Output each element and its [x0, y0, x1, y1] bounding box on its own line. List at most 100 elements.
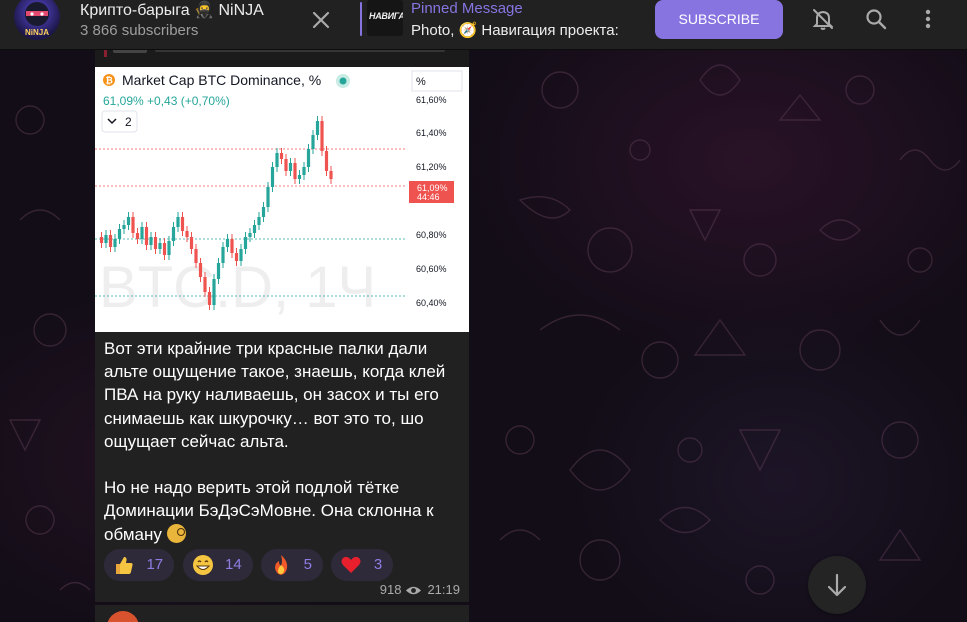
reaction-grin[interactable]: 14 — [182, 549, 253, 581]
candle-body — [239, 249, 243, 261]
candle-body — [171, 227, 176, 241]
post-paragraph-2: Но не надо верить этой подлой тётке Доми… — [104, 478, 434, 544]
candle-body — [207, 292, 212, 305]
candle-body — [234, 253, 239, 261]
candle-body — [288, 163, 293, 171]
pinned-message-text[interactable]: Photo, 🧭 Навигация проекта: — [411, 21, 619, 39]
channel-post: BTC.D, 1Ч ₿ Market Cap BTC Dominance, % … — [95, 42, 469, 602]
candle-body — [117, 229, 122, 239]
candle-body — [306, 149, 311, 167]
candle-body — [221, 247, 225, 263]
reaction-fire[interactable]: 5 — [261, 549, 323, 581]
pinned-message-label[interactable]: Pinned Message — [411, 0, 523, 17]
scale-label: % — [416, 76, 426, 88]
svg-text:NiNJA: NiNJA — [25, 28, 49, 37]
candle-body — [329, 171, 333, 179]
close-icon[interactable] — [308, 8, 334, 32]
chart-watermark: BTC.D, 1Ч — [99, 255, 376, 320]
post-paragraph-1: Вот эти крайние три красные палки дали а… — [104, 339, 446, 451]
candle-body — [243, 237, 248, 249]
fire-icon — [275, 555, 288, 575]
y-tick-label: 61,60% — [416, 95, 447, 105]
monocle-face-icon — [166, 523, 186, 543]
reaction-heart[interactable]: 3 — [331, 549, 394, 581]
candle-body — [158, 243, 162, 249]
y-tick-label: 61,20% — [416, 162, 447, 172]
candle-body — [266, 187, 270, 207]
candle-body — [302, 167, 306, 175]
candle-body — [167, 241, 171, 255]
post-time: 21:19 — [427, 582, 460, 597]
candle-body — [104, 235, 108, 243]
channel-avatar[interactable]: NiNJA — [14, 0, 60, 40]
subscriber-count: 3 866 subscribers — [80, 22, 199, 39]
candle-body — [311, 135, 315, 149]
candle-body — [230, 239, 234, 253]
reaction-count: 5 — [303, 556, 312, 573]
candle-body — [248, 233, 252, 237]
channel-title: Крипто-барыга 🥷 NiNJA — [80, 2, 264, 19]
candle-body — [185, 231, 189, 237]
reactions-bar: 17 14 5 3 — [104, 549, 397, 581]
post-meta: 918 21:19 — [380, 582, 460, 597]
candle-body — [252, 225, 257, 233]
candle-body — [257, 217, 261, 225]
candle-body — [131, 217, 135, 233]
candle-body — [153, 237, 158, 249]
reaction-thumbs-up[interactable]: 17 — [104, 549, 175, 581]
candle-body — [198, 263, 203, 277]
candle-body — [149, 237, 153, 245]
candle-body — [320, 121, 324, 151]
candle-body — [126, 217, 131, 225]
chat-header: NiNJA Крипто-барыга 🥷 NiNJA 3 866 subscr… — [0, 0, 967, 50]
candle-body — [194, 249, 198, 263]
candle-body — [135, 233, 140, 239]
candle-body — [324, 151, 329, 171]
ninja-logo-icon: NiNJA — [25, 2, 49, 37]
search-icon[interactable] — [863, 6, 889, 32]
candle-body — [284, 159, 288, 171]
scroll-to-bottom-button[interactable] — [808, 556, 866, 614]
candle-body — [99, 237, 104, 243]
candle-body — [216, 263, 221, 279]
y-tick-label: 60,60% — [416, 264, 447, 274]
y-tick-label: 60,40% — [416, 298, 447, 308]
post-text: Вот эти крайние три красные палки дали а… — [104, 337, 464, 546]
candle-body — [275, 153, 279, 167]
candle-body — [108, 235, 113, 247]
candle-body — [261, 207, 266, 217]
candle-body — [162, 243, 167, 255]
reaction-count: 14 — [225, 556, 242, 573]
chart-value-line: 61,09% +0,43 (+0,70%) — [103, 94, 230, 108]
thumbs-up-icon — [116, 557, 133, 574]
next-post-peek — [95, 605, 469, 622]
candle-body — [203, 277, 207, 292]
candle-body — [176, 217, 180, 227]
candle-body — [279, 153, 284, 159]
btc-dominance-chart-screenshot: BTC.D, 1Ч ₿ Market Cap BTC Dominance, % … — [95, 70, 463, 320]
indicator-count: 2 — [125, 115, 132, 129]
y-tick-label: 60,80% — [416, 230, 447, 240]
more-vertical-icon[interactable] — [915, 6, 941, 32]
current-price-countdown: 44:46 — [417, 192, 440, 202]
next-post-avatar — [107, 611, 139, 622]
reaction-count: 3 — [373, 556, 383, 573]
post-photo[interactable]: BTC.D, 1Ч ₿ Market Cap BTC Dominance, % … — [95, 67, 469, 332]
pinned-indicator-bar — [360, 2, 362, 36]
subscribe-button[interactable]: SUBSCRIBE — [655, 0, 783, 39]
candle-body — [140, 227, 144, 239]
candle-body — [189, 237, 194, 249]
bell-off-icon[interactable] — [810, 6, 836, 32]
candle-body — [315, 121, 320, 135]
svg-text:₿: ₿ — [106, 76, 113, 86]
eye-icon — [406, 586, 422, 595]
candle-body — [293, 163, 297, 179]
red-heart-icon — [341, 556, 361, 573]
candle-body — [270, 167, 275, 187]
pinned-thumbnail[interactable]: НАВИГА — [367, 0, 403, 36]
candle-body — [297, 175, 302, 179]
y-tick-label: 61,40% — [416, 128, 447, 138]
live-indicator-icon — [339, 77, 347, 85]
candle-body — [113, 239, 117, 247]
candle-body — [212, 279, 216, 305]
